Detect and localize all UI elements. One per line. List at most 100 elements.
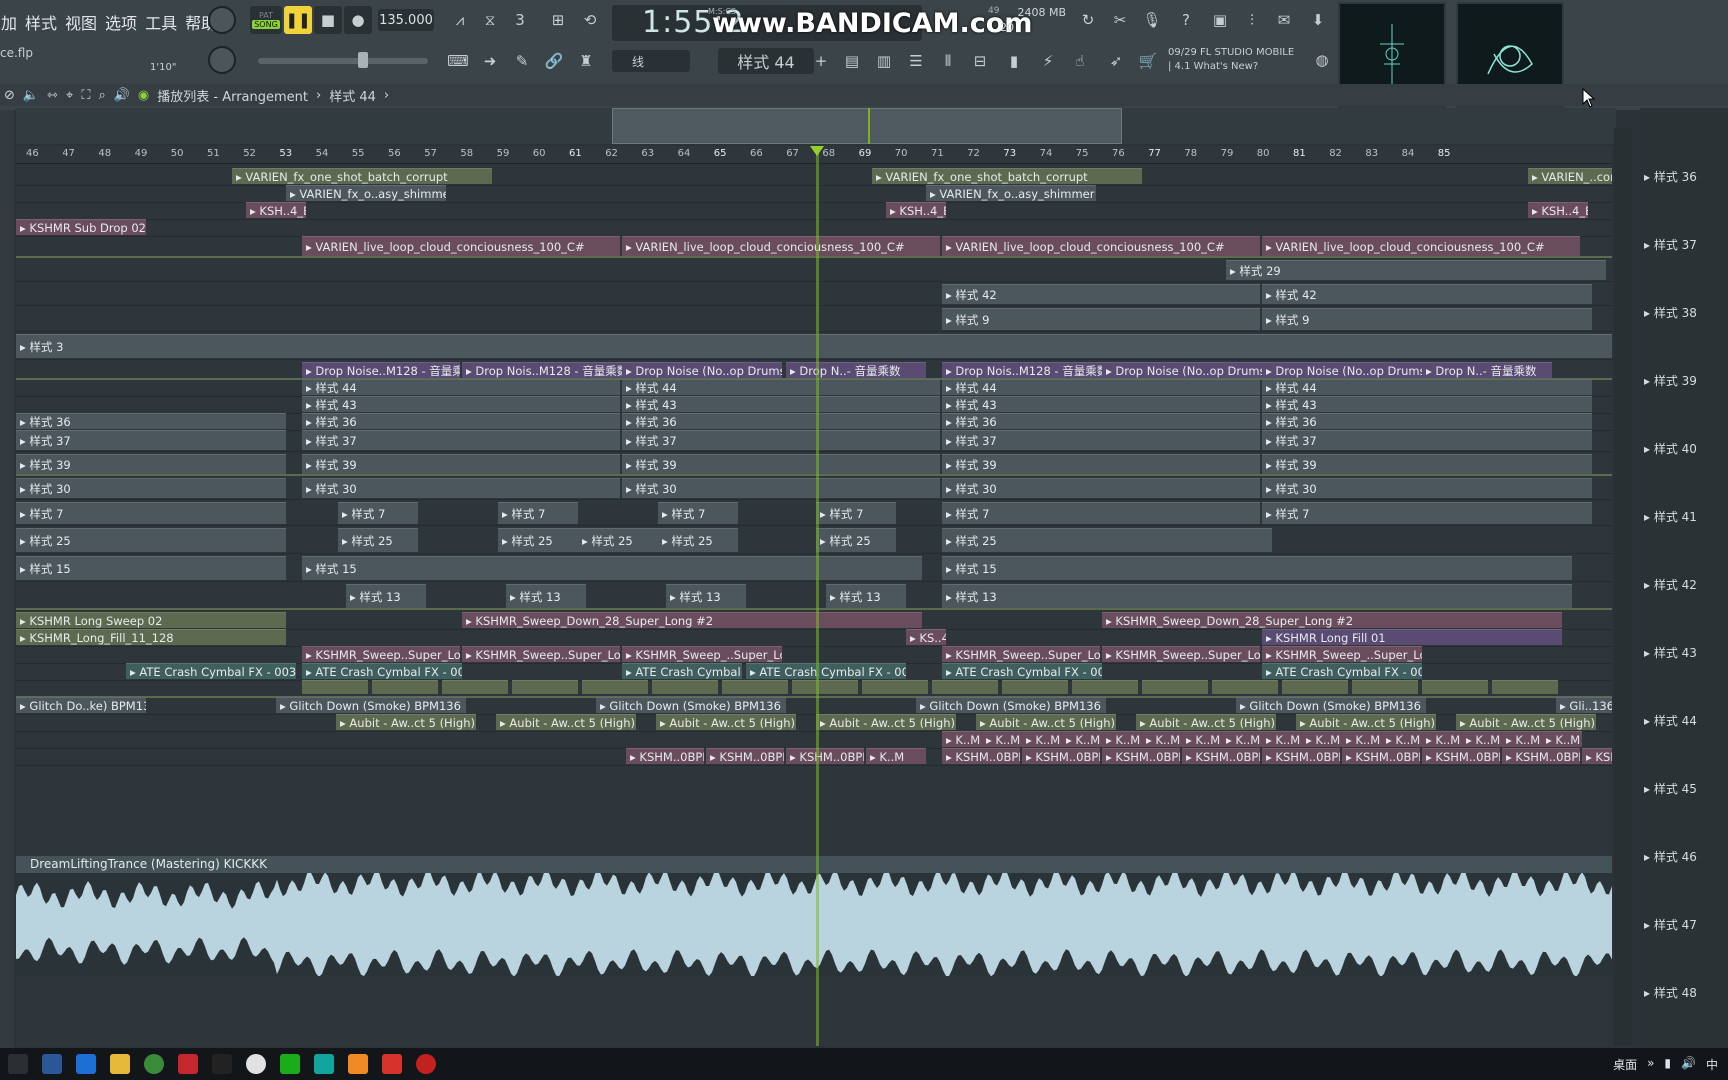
volume-icon[interactable]: 🔊 <box>1681 1056 1696 1073</box>
playlist-clip[interactable]: ▸ KSHMR_Sweep_Down_28_Super_Long #2 <box>1102 612 1562 628</box>
playlist-clip[interactable]: ▸ K..M <box>1542 731 1582 747</box>
metronome-icon[interactable]: ⩘ <box>448 8 472 32</box>
playlist-clip[interactable]: ▸ 样式 15 <box>16 556 286 580</box>
playlist-clip[interactable]: ▸ VARIEN_fx_o..asy_shimmer <box>926 185 1096 201</box>
menu-add[interactable]: 加 <box>0 8 18 34</box>
folder-icon[interactable] <box>110 1054 130 1074</box>
playlist-clip[interactable]: ▸ 样式 30 <box>1262 478 1592 498</box>
playlist-track-lane[interactable] <box>16 185 1612 203</box>
playlist-clip[interactable]: ▸ 样式 25 <box>942 528 1272 552</box>
playlist-clip[interactable]: ▸ 样式 37 <box>302 430 620 450</box>
picker-pattern-item[interactable]: ▸ 样式 44 <box>1644 712 1697 729</box>
download-icon[interactable]: ⬇ <box>1306 8 1330 32</box>
slip-icon[interactable]: ⇿ <box>47 88 58 103</box>
playlist-clip[interactable]: ▸ 样式 37 <box>16 430 286 450</box>
help-icon[interactable]: ? <box>1174 8 1198 32</box>
playlist-clip[interactable]: ▸ 样式 30 <box>622 478 940 498</box>
playlist-icon[interactable]: ▤ <box>840 50 864 72</box>
menu-patterns[interactable]: 样式 <box>24 8 58 34</box>
playlist-clip[interactable]: ▸ ATE Crash Cymbal FX - 003 #2 <box>746 663 906 679</box>
playlist-clip[interactable]: ▸ Drop Nois..M128 - 音量乘数 <box>942 362 1102 378</box>
playlist-clip[interactable]: ▸ KSHM..0BPM <box>942 748 1020 764</box>
playlist-clip[interactable]: ▸ Glitch Down (Smoke) BPM136 <box>276 697 466 713</box>
step-edit-icon[interactable]: ⊞ <box>546 8 570 32</box>
playlist-clip[interactable]: ▸ KSHMR_Sweep_..Super_Long <box>1262 646 1422 662</box>
master-volume-slider[interactable] <box>258 58 428 64</box>
pattern-block[interactable] <box>1072 680 1138 694</box>
arrow-right-icon[interactable]: ➜ <box>478 50 502 72</box>
picker-pattern-item[interactable]: ▸ 样式 43 <box>1644 644 1697 661</box>
start-icon[interactable] <box>8 1054 28 1074</box>
playlist-clip[interactable]: ▸ 样式 36 <box>1262 413 1592 429</box>
playlist-clip[interactable]: ▸ 样式 39 <box>622 454 940 474</box>
playlist-clip[interactable]: ▸ KSHMR_Sweep..Super_Long <box>1102 646 1260 662</box>
playlist-clip[interactable]: ▸ 样式 7 <box>16 502 286 524</box>
playlist-clip[interactable]: ▸ KS..4 <box>906 629 946 645</box>
playlist-clip[interactable]: ▸ 样式 13 <box>826 584 906 608</box>
playlist-clip[interactable]: ▸ K..M <box>1382 731 1422 747</box>
playlist-clip[interactable]: ▸ VARIEN_fx_o..asy_shimmer <box>286 185 446 201</box>
input-method[interactable]: 中 <box>1706 1056 1718 1073</box>
playlist-clip[interactable]: ▸ 样式 44 <box>942 379 1260 395</box>
pattern-block[interactable] <box>1352 680 1418 694</box>
playlist-clip[interactable]: ▸ KSHMR Long Fill 01 <box>1262 629 1562 645</box>
globe-icon[interactable]: ◍ <box>1312 50 1332 70</box>
playlist-clip[interactable]: ▸ Aubit - Aw..ct 5 (High) <box>816 714 956 730</box>
wps-icon[interactable] <box>382 1054 402 1074</box>
playlist-clip[interactable]: ▸ 样式 39 <box>942 454 1260 474</box>
playlist-clip[interactable]: ▸ 样式 7 <box>1262 502 1592 524</box>
playlist-clip[interactable]: ▸ 样式 44 <box>622 379 940 395</box>
pattern-block[interactable] <box>372 680 438 694</box>
playlist-clip[interactable]: ▸ 样式 7 <box>658 502 738 524</box>
slider-thumb[interactable] <box>358 52 368 68</box>
typing-keyboard-icon[interactable]: ⌨ <box>446 50 470 72</box>
word-icon[interactable] <box>42 1054 62 1074</box>
plugin-icon[interactable]: ⚡ <box>1036 50 1060 72</box>
pattern-block[interactable] <box>932 680 998 694</box>
playlist-clip[interactable]: ▸ 样式 7 <box>942 502 1260 524</box>
chevron-icon[interactable]: » <box>1647 1056 1654 1073</box>
picker-pattern-item[interactable]: ▸ 样式 48 <box>1644 984 1697 1001</box>
playlist-clip[interactable]: ▸ ATE Crash Cymbal FX - 003 <box>302 663 462 679</box>
playlist-clip[interactable]: ▸ Drop Noise..M128 - 音量乘数 <box>302 362 460 378</box>
playlist-clip[interactable]: ▸ K..M <box>1502 731 1542 747</box>
pattern-block[interactable] <box>1422 680 1488 694</box>
playlist-clip[interactable]: ▸ 样式 30 <box>302 478 620 498</box>
playlist-clip[interactable]: ▸ K..M <box>1142 731 1182 747</box>
playlist-clip[interactable]: ▸ 样式 37 <box>942 430 1260 450</box>
select-icon[interactable]: ⌖ <box>66 88 73 103</box>
picker-pattern-item[interactable]: ▸ 样式 45 <box>1644 780 1697 797</box>
picker-pattern-item[interactable]: ▸ 样式 40 <box>1644 440 1697 457</box>
picker-pattern-item[interactable]: ▸ 样式 36 <box>1644 168 1697 185</box>
save-icon[interactable]: ▣ <box>1208 8 1232 32</box>
playlist-clip[interactable]: ▸ ATE Crash Cymbal FX - 003 <box>1262 663 1422 679</box>
mic-icon[interactable]: 🎙 <box>1140 8 1164 32</box>
song-position-display[interactable]: 1:55:2 M:S:CS www.BANDICAM.com <box>612 5 1032 41</box>
ban-icon[interactable]: ⊘ <box>4 88 15 103</box>
playlist-clip[interactable]: ▸ KSHMR_Long_Fill_11_128 <box>16 629 286 645</box>
picker-pattern-item[interactable]: ▸ 样式 38 <box>1644 304 1697 321</box>
arrangement-icon[interactable]: ◉ <box>138 88 149 103</box>
playlist-clip[interactable]: ▸ KSHM..0BPM <box>1262 748 1340 764</box>
cut-icon[interactable]: ✂ <box>1108 8 1132 32</box>
mail-icon[interactable] <box>76 1054 96 1074</box>
playlist-clip[interactable]: ▸ 样式 29 <box>1226 260 1606 280</box>
menu-view[interactable]: 视图 <box>64 8 98 34</box>
menu-tools[interactable]: 工具 <box>144 8 178 34</box>
chrome-icon[interactable] <box>144 1054 164 1074</box>
fit-icon[interactable]: ⛶ <box>81 88 90 103</box>
playlist-clip[interactable]: ▸ KSHMR_Sweep..Super_Long <box>302 646 460 662</box>
add-pattern-icon[interactable]: + <box>814 50 828 72</box>
playlist-clip[interactable]: ▸ KSHM..0BPM <box>786 748 864 764</box>
playlist-clip[interactable]: ▸ KSHMR_Sweep_..Super_Long <box>622 646 782 662</box>
qq-icon[interactable] <box>212 1054 232 1074</box>
playlist-clip[interactable]: ▸ 样式 13 <box>506 584 586 608</box>
playlist-clip[interactable]: ▸ Glitch Do..ke) BPM136 <box>16 697 146 713</box>
stamp-icon[interactable]: ♜ <box>574 50 598 72</box>
draw-tool-icon[interactable]: ✎ <box>510 50 534 72</box>
playlist-clip[interactable]: ▸ 样式 42 <box>942 284 1260 304</box>
playlist-clip[interactable]: ▸ KSHM..0BPM <box>1182 748 1260 764</box>
playlist-clip[interactable]: ▸ K..M <box>1262 731 1302 747</box>
playlist-clip[interactable]: ▸ VARIEN_live_loop_cloud_conciousness_10… <box>622 236 940 256</box>
playlist-clip[interactable]: ▸ 样式 43 <box>942 396 1260 412</box>
